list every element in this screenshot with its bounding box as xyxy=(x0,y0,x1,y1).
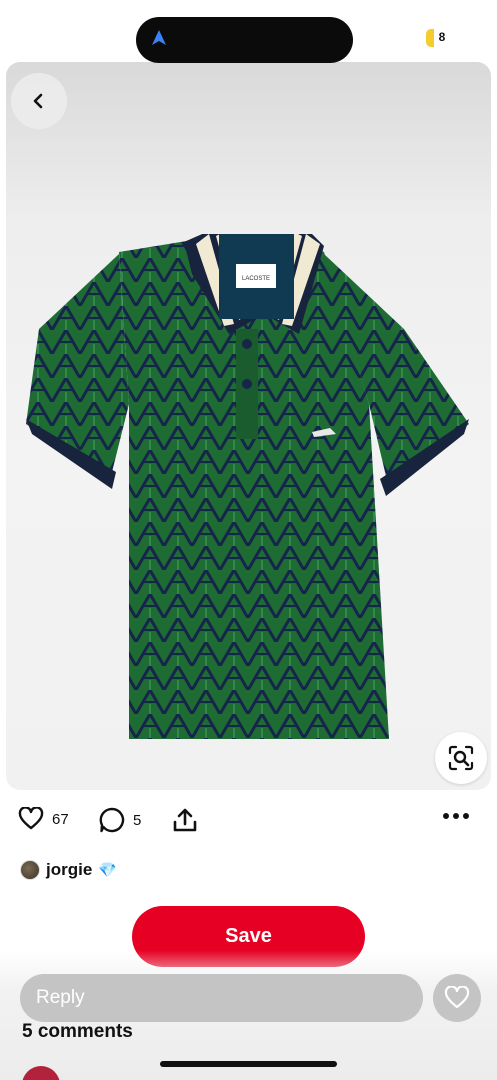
comment-button[interactable]: 5 xyxy=(99,807,141,833)
status-time: 12:53 xyxy=(38,28,86,48)
author-name: jorgie xyxy=(46,860,93,879)
signal-icon xyxy=(364,30,382,44)
battery-level: 8 xyxy=(438,30,446,44)
status-bar: 9:39 12:53 5G 8 xyxy=(0,0,497,80)
like-count: 67 xyxy=(52,810,69,828)
diamond-badge-icon: 💎 xyxy=(98,862,117,879)
react-heart-button[interactable] xyxy=(433,974,481,1022)
visual-search-icon xyxy=(448,745,474,771)
location-arrow-icon xyxy=(97,34,108,45)
network-type: 5G xyxy=(398,31,416,46)
reply-input[interactable] xyxy=(20,974,423,1022)
like-button[interactable]: 67 xyxy=(18,807,69,831)
dynamic-island xyxy=(136,17,353,63)
pin-author[interactable]: jorgie 💎 xyxy=(20,860,117,880)
pin-image[interactable]: LACOSTE xyxy=(6,62,491,790)
heart-outline-icon xyxy=(444,986,470,1009)
comment-icon xyxy=(99,807,125,833)
heart-icon xyxy=(18,807,44,830)
comment-count: 5 xyxy=(133,811,142,829)
polo-shirt-image: LACOSTE xyxy=(26,234,469,739)
brand-tag: LACOSTE xyxy=(242,276,270,282)
battery-icon: 8 xyxy=(426,29,458,47)
back-chevron-icon xyxy=(33,93,43,109)
back-button[interactable] xyxy=(11,73,67,129)
share-button[interactable] xyxy=(172,807,198,833)
share-icon xyxy=(173,808,197,832)
avatar xyxy=(20,860,40,880)
visual-search-button[interactable] xyxy=(435,732,487,784)
home-indicator xyxy=(160,1061,337,1067)
pin-detail-screen: 9:39 12:53 5G 8 LACOSTE 67 5 jorgie 💎 Sa… xyxy=(0,0,497,1080)
navigation-icon xyxy=(152,30,166,45)
comments-count-heading: 5 comments xyxy=(22,1021,133,1042)
pin-actions-bar: 67 5 xyxy=(0,803,497,843)
more-options-icon[interactable] xyxy=(443,813,469,819)
